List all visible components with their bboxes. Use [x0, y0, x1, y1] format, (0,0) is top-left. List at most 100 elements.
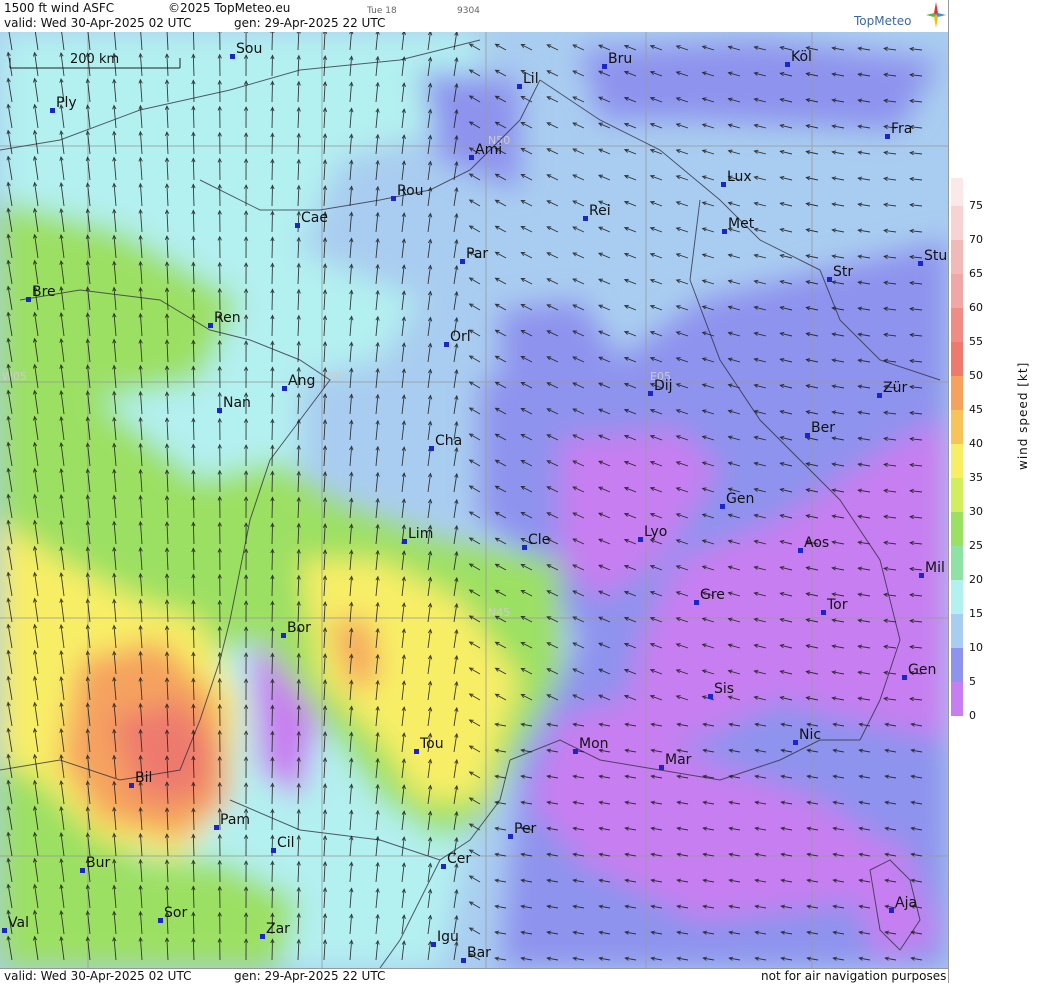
legend-color-swatch	[951, 580, 963, 614]
city-label: Ren	[214, 310, 241, 326]
city-marker[interactable]: Gen	[902, 662, 936, 680]
map-header: 1500 ft wind ASFC ©2025 TopMeteo.eu Tue …	[0, 0, 948, 32]
legend-tick-label: 25	[969, 540, 983, 551]
legend-color-swatch	[951, 178, 963, 206]
city-marker[interactable]: Nan	[217, 395, 251, 413]
city-label: Nic	[799, 727, 821, 743]
city-label: Aos	[804, 535, 829, 551]
city-label: Tou	[419, 736, 444, 752]
city-dot-icon	[919, 573, 924, 578]
city-label: Lil	[523, 71, 539, 87]
city-dot-icon	[918, 261, 923, 266]
grid-label: W05	[2, 370, 27, 383]
city-dot-icon	[827, 277, 832, 282]
city-label: Cha	[435, 433, 462, 449]
legend-tick-label: 50	[969, 370, 983, 381]
footer-generated-time: gen: 29-Apr-2025 22 UTC	[234, 969, 385, 983]
city-dot-icon	[26, 297, 31, 302]
city-label: Bur	[86, 855, 110, 871]
city-label: Stu	[924, 248, 947, 264]
city-dot-icon	[431, 942, 436, 947]
city-dot-icon	[508, 834, 513, 839]
city-dot-icon	[271, 848, 276, 853]
city-dot-icon	[391, 196, 396, 201]
city-dot-icon	[648, 391, 653, 396]
city-dot-icon	[2, 928, 7, 933]
city-label: Ber	[811, 420, 835, 436]
city-label: Pam	[220, 812, 250, 828]
wind-map[interactable]: N50 N45 W05 E00 E05 200 km SouPlyLilBruK…	[0, 32, 948, 968]
city-dot-icon	[208, 323, 213, 328]
city-label: Zür	[883, 380, 907, 396]
city-dot-icon	[793, 740, 798, 745]
city-dot-icon	[214, 825, 219, 830]
city-dot-icon	[414, 749, 419, 754]
legend-tick-label: 65	[969, 268, 983, 279]
city-label: Tor	[826, 597, 848, 613]
city-dot-icon	[158, 918, 163, 923]
legend-tick-label: 10	[969, 642, 983, 653]
city-label: Rou	[397, 183, 424, 199]
city-dot-icon	[694, 600, 699, 605]
footer-valid-time: valid: Wed 30-Apr-2025 02 UTC	[4, 969, 191, 983]
city-label: Dij	[654, 378, 673, 394]
city-dot-icon	[50, 108, 55, 113]
city-dot-icon	[282, 386, 287, 391]
generated-time: gen: 29-Apr-2025 22 UTC	[234, 16, 385, 30]
legend-tick-label: 75	[969, 200, 983, 211]
city-marker[interactable]: Gen	[720, 491, 754, 509]
disclaimer: not for air navigation purposes	[761, 969, 946, 983]
city-dot-icon	[659, 765, 664, 770]
city-label: Rei	[589, 203, 611, 219]
wind-speed-legend: 757065605550454035302520151050	[948, 0, 1039, 983]
city-label: Bar	[467, 945, 491, 961]
city-label: Mar	[665, 752, 692, 768]
city-dot-icon	[460, 259, 465, 264]
logo-text: TopMeteo	[854, 14, 911, 28]
legend-tick-label: 0	[969, 710, 976, 721]
legend-tick-label: 55	[969, 336, 983, 347]
city-marker[interactable]: Mon	[573, 736, 609, 754]
city-dot-icon	[461, 958, 466, 963]
city-label: Par	[466, 246, 488, 262]
city-label: Ang	[288, 373, 315, 389]
city-label: Gen	[908, 662, 936, 678]
city-dot-icon	[638, 537, 643, 542]
city-dot-icon	[230, 54, 235, 59]
city-dot-icon	[281, 633, 286, 638]
city-label: Orl	[450, 329, 471, 345]
city-label: Ami	[475, 142, 502, 158]
legend-tick-label: 5	[969, 676, 976, 687]
city-dot-icon	[720, 504, 725, 509]
legend-color-swatch	[951, 478, 963, 512]
city-dot-icon	[129, 783, 134, 788]
legend-color-swatch	[951, 206, 963, 240]
city-dot-icon	[902, 675, 907, 680]
city-label: Bil	[135, 770, 152, 786]
city-label: Mon	[579, 736, 609, 752]
map-footer: valid: Wed 30-Apr-2025 02 UTC gen: 29-Ap…	[0, 968, 948, 984]
city-dot-icon	[217, 408, 222, 413]
legend-color-swatch	[951, 308, 963, 342]
city-label: Gen	[726, 491, 754, 507]
city-dot-icon	[602, 64, 607, 69]
city-dot-icon	[444, 342, 449, 347]
city-label: Fra	[891, 121, 912, 137]
compass-logo-icon	[926, 2, 946, 28]
city-label: Gre	[700, 587, 725, 603]
valid-time: valid: Wed 30-Apr-2025 02 UTC	[4, 16, 191, 30]
city-dot-icon	[517, 84, 522, 89]
city-marker[interactable]: Pam	[214, 812, 250, 830]
city-label: Lim	[408, 526, 433, 542]
city-label: Aja	[895, 895, 917, 911]
city-dot-icon	[402, 539, 407, 544]
legend-tick-label: 45	[969, 404, 983, 415]
legend-color-swatch	[951, 274, 963, 308]
city-label: Val	[8, 915, 29, 931]
city-label: Cle	[528, 532, 550, 548]
city-label: Nan	[223, 395, 251, 411]
city-dot-icon	[295, 223, 300, 228]
city-dot-icon	[805, 433, 810, 438]
city-label: Zar	[266, 921, 290, 937]
city-label: Cil	[277, 835, 295, 851]
